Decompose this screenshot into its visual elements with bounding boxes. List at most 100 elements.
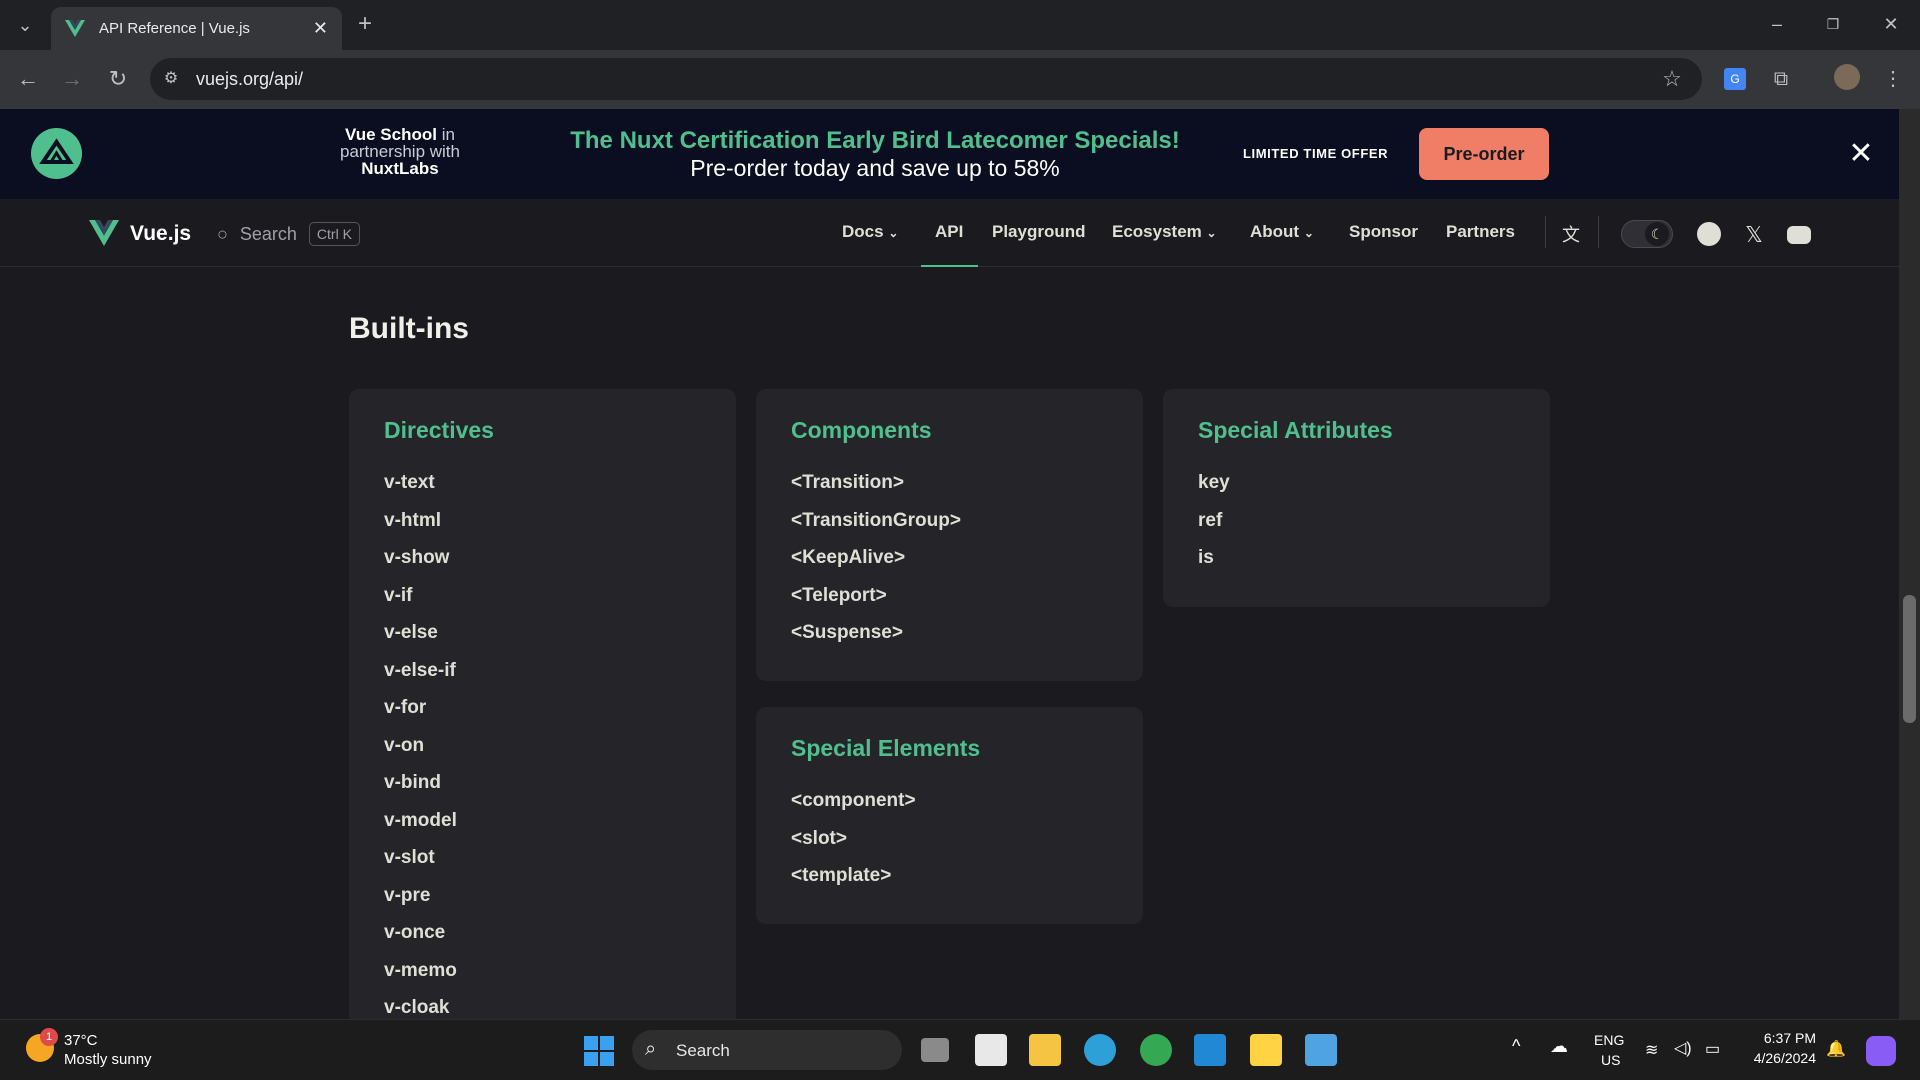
vscode-icon[interactable] [1194, 1034, 1226, 1066]
nav-playground[interactable]: Playground [992, 222, 1086, 242]
battery-icon[interactable]: ▭ [1705, 1039, 1720, 1059]
nav-divider [1598, 216, 1599, 248]
language-icon[interactable]: 文 [1558, 222, 1584, 248]
browser-menu-icon[interactable]: ⋮ [1878, 66, 1908, 92]
discord-icon[interactable] [1786, 222, 1812, 248]
list-item[interactable]: v-show [384, 545, 457, 583]
language-region[interactable]: US [1601, 1052, 1620, 1068]
copilot-icon[interactable] [1866, 1036, 1896, 1066]
edge-icon[interactable] [1084, 1034, 1116, 1066]
nav-about-label: About [1250, 222, 1300, 241]
address-bar[interactable] [150, 58, 1702, 100]
language-code[interactable]: ENG [1594, 1032, 1624, 1048]
notification-bell-icon[interactable]: 🔔 [1826, 1039, 1846, 1059]
list-item[interactable]: <component> [791, 788, 916, 826]
site-info-icon[interactable]: ⚙ [156, 66, 186, 92]
weather-temp[interactable]: 37°C [64, 1032, 98, 1049]
partnership-with-label: partnership with [339, 142, 460, 161]
partnership-text: Vue School in partnership with NuxtLabs [300, 126, 500, 177]
list-item[interactable]: <Suspense> [791, 620, 961, 658]
onedrive-cloud-icon[interactable]: ☁ [1550, 1036, 1568, 1057]
list-item[interactable]: v-for [384, 695, 457, 733]
directives-title: Directives [384, 417, 494, 443]
volume-icon[interactable]: ◁) [1674, 1038, 1692, 1058]
nav-api[interactable]: API [935, 222, 963, 242]
python-icon[interactable] [1250, 1034, 1282, 1066]
list-item[interactable]: ref [1198, 508, 1230, 546]
nav-about[interactable]: About ⌄ [1250, 222, 1314, 242]
list-item[interactable]: v-else-if [384, 658, 457, 696]
list-item[interactable]: v-if [384, 583, 457, 621]
reload-icon[interactable]: ↻ [103, 66, 133, 92]
browser-tab[interactable]: API Reference | Vue.js ✕ [51, 7, 342, 50]
vue-favicon-icon [65, 19, 85, 37]
list-item[interactable]: v-memo [384, 958, 457, 996]
notepad-icon[interactable] [1305, 1034, 1337, 1066]
list-item[interactable]: <KeepAlive> [791, 545, 961, 583]
search-icon: ○ [217, 223, 228, 244]
list-item[interactable]: v-else [384, 620, 457, 658]
tab-close-icon[interactable]: ✕ [313, 18, 328, 39]
list-item[interactable]: v-on [384, 733, 457, 771]
back-icon[interactable]: ← [13, 66, 43, 92]
list-item[interactable]: key [1198, 470, 1230, 508]
clock-time[interactable]: 6:37 PM [1752, 1030, 1816, 1046]
nav-ecosystem-label: Ecosystem [1112, 222, 1202, 241]
list-item[interactable]: <TransitionGroup> [791, 508, 961, 546]
promo-headline: The Nuxt Certification Early Bird Lateco… [570, 127, 1180, 154]
nav-ecosystem[interactable]: Ecosystem ⌄ [1112, 222, 1217, 242]
chrome-icon[interactable] [1140, 1034, 1172, 1066]
nuxtlabs-label: NuxtLabs [361, 159, 439, 178]
list-item[interactable]: v-text [384, 470, 457, 508]
list-item[interactable]: v-pre [384, 883, 457, 921]
extensions-puzzle-icon[interactable]: ⧉ [1766, 66, 1796, 92]
weather-condition[interactable]: Mostly sunny [64, 1051, 152, 1068]
banner-close-icon[interactable]: ✕ [1846, 139, 1876, 169]
tray-chevron-icon[interactable]: ^ [1512, 1036, 1520, 1057]
brand-name[interactable]: Vue.js [130, 222, 191, 246]
list-item[interactable]: v-once [384, 920, 457, 958]
tab-search-chevron-icon[interactable]: ⌄ [10, 12, 40, 38]
list-item[interactable]: v-bind [384, 770, 457, 808]
store-icon[interactable] [975, 1034, 1007, 1066]
forward-icon[interactable]: → [57, 66, 87, 92]
bookmark-star-icon[interactable]: ☆ [1657, 66, 1687, 92]
page-scrollbar[interactable] [1899, 109, 1920, 1019]
list-item[interactable]: <slot> [791, 826, 916, 864]
x-twitter-icon[interactable]: 𝕏 [1741, 222, 1767, 248]
windows-taskbar [0, 1019, 1920, 1080]
nav-partners[interactable]: Partners [1446, 222, 1515, 242]
windows-start-icon[interactable] [584, 1036, 614, 1066]
task-view-icon[interactable] [921, 1038, 949, 1062]
preorder-button[interactable]: Pre-order [1419, 128, 1549, 180]
wifi-icon[interactable]: ≋ [1645, 1040, 1658, 1060]
vue-logo-icon[interactable] [89, 220, 119, 246]
new-tab-icon[interactable]: + [350, 11, 380, 37]
chevron-down-icon: ⌄ [888, 226, 899, 240]
search-label: Search [239, 223, 297, 244]
list-item[interactable]: <Teleport> [791, 583, 961, 621]
clock-date[interactable]: 4/26/2024 [1742, 1050, 1816, 1066]
list-item[interactable]: v-slot [384, 845, 457, 883]
special-elements-title: Special Elements [791, 735, 981, 761]
list-item[interactable]: v-html [384, 508, 457, 546]
nav-docs[interactable]: Docs ⌄ [842, 222, 898, 242]
profile-avatar-icon[interactable] [1832, 64, 1862, 90]
components-title: Components [791, 417, 932, 443]
list-item[interactable]: v-model [384, 808, 457, 846]
file-explorer-icon[interactable] [1029, 1034, 1061, 1066]
restore-icon[interactable]: ❐ [1818, 11, 1848, 37]
scrollbar-thumb[interactable] [1903, 595, 1916, 723]
vue-school-logo-icon [31, 128, 82, 179]
minimize-icon[interactable]: – [1762, 11, 1792, 37]
search-button[interactable]: ○ Search Ctrl K [217, 221, 360, 247]
taskbar-search[interactable] [632, 1030, 902, 1070]
translate-extension-icon[interactable]: G [1720, 66, 1750, 92]
github-icon[interactable] [1696, 222, 1722, 248]
list-item[interactable]: <Transition> [791, 470, 961, 508]
list-item[interactable]: <template> [791, 863, 916, 901]
list-item[interactable]: is [1198, 545, 1230, 583]
nav-sponsor[interactable]: Sponsor [1349, 222, 1418, 242]
nav-docs-label: Docs [842, 222, 884, 241]
window-close-icon[interactable]: ✕ [1876, 11, 1906, 37]
